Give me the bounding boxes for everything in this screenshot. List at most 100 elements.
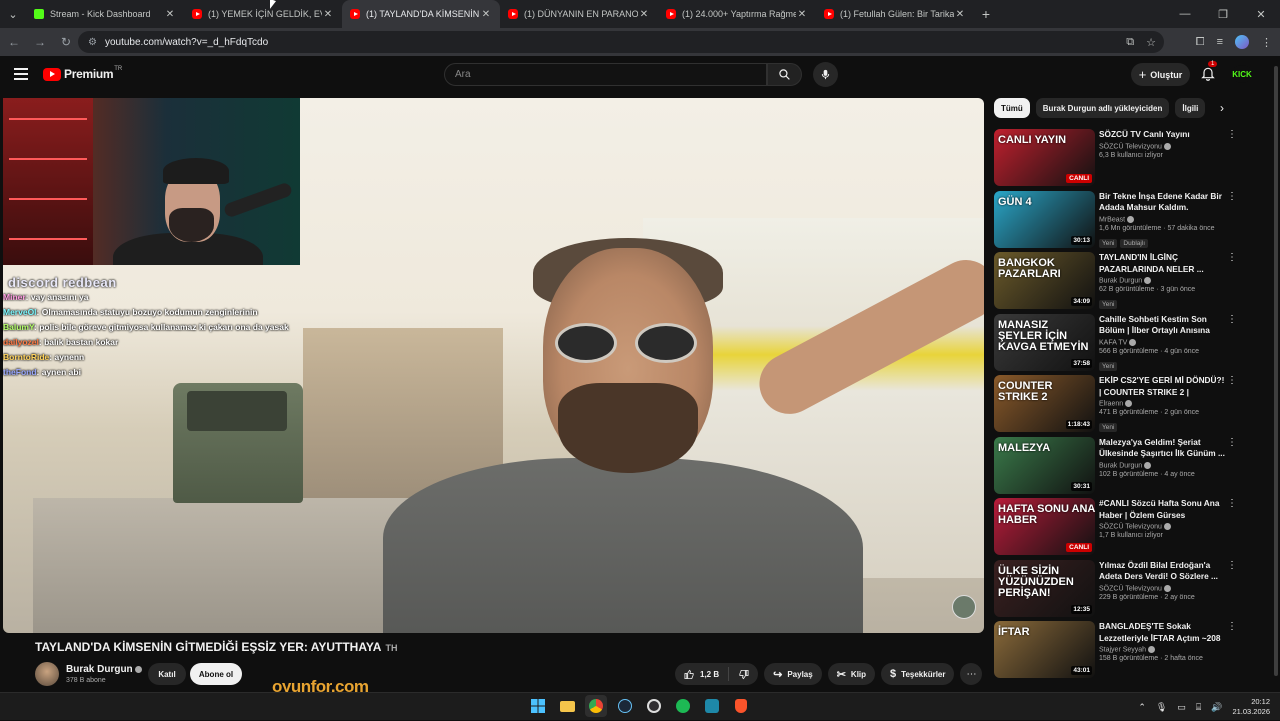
app-icon[interactable] [701, 695, 723, 717]
recommendation-item[interactable]: İFTAR 43:01 BANGLADEŞ'TE Sokak Lezzetleriy… [994, 621, 1244, 679]
more-options-icon[interactable]: ⋮ [1227, 437, 1237, 448]
recommendation-item[interactable]: HAFTA SONU ANA HABER CANLI #CANLI Sözcü Ha… [994, 498, 1244, 556]
filter-chip[interactable]: Burak Durgun adlı yükleyiciden [1035, 98, 1170, 118]
recommendation-channel[interactable]: Burak Durgun [1099, 461, 1227, 469]
video-thumbnail[interactable]: CANLI YAYIN CANLI [994, 129, 1095, 186]
thanks-button[interactable]: $ Teşekkürler [881, 663, 955, 685]
network-icon[interactable]: ⌸ [1196, 702, 1201, 713]
extensions-icon[interactable]: ⧠ [1196, 36, 1205, 49]
recommendation-item[interactable]: BANGKOK PAZARLARI 34:09 TAYLAND'IN İLGİNÇ … [994, 252, 1244, 310]
forward-icon[interactable]: → [28, 35, 52, 49]
more-options-icon[interactable]: ⋮ [1227, 498, 1237, 509]
more-options-icon[interactable]: ⋮ [1227, 129, 1237, 140]
voice-search-button[interactable] [813, 62, 838, 87]
video-thumbnail[interactable]: COUNTER STRIKE 2 1:18:43 [994, 375, 1095, 432]
bookmark-star-icon[interactable]: ☆ [1146, 36, 1156, 49]
recommendation-item[interactable]: GÜN 4 30:13 Bir Tekne İnşa Edene Kadar Bir… [994, 190, 1244, 249]
profile-avatar-icon[interactable] [1235, 35, 1249, 49]
video-thumbnail[interactable]: MALEZYA 30:31 [994, 436, 1095, 494]
recommendation-title[interactable]: SÖZCÜ TV Canlı Yayını [1099, 129, 1227, 141]
steam-icon[interactable] [614, 695, 636, 717]
search-button[interactable] [767, 63, 802, 86]
recommendation-title[interactable]: TAYLAND'IN İLGİNÇ PAZARLARINDA NELER ... [1099, 252, 1227, 275]
more-options-icon[interactable]: ⋮ [1227, 560, 1237, 571]
chrome-icon[interactable] [585, 695, 607, 717]
tab-close-icon[interactable]: ✕ [322, 9, 334, 20]
dislike-button[interactable] [729, 669, 758, 680]
video-thumbnail[interactable]: BANGKOK PAZARLARI 34:09 [994, 252, 1095, 309]
tab-close-icon[interactable]: ✕ [164, 9, 176, 20]
channel-name[interactable]: Burak Durgun [66, 664, 142, 675]
more-options-icon[interactable]: ⋮ [1227, 191, 1237, 202]
maximize-icon[interactable]: ❐ [1204, 0, 1242, 28]
recommendation-title[interactable]: Malezya'ya Geldim! Şeriat Ülkesinde Şaşı… [1099, 437, 1227, 460]
brave-icon[interactable] [730, 695, 752, 717]
chevron-up-icon[interactable]: ⌃ [1138, 702, 1146, 713]
notifications-button[interactable]: 1 [1200, 61, 1218, 83]
browser-tab[interactable]: (1) YEMEK İÇİN GELDİK, EVE AL✕ [184, 0, 342, 28]
browser-menu-icon[interactable]: ⋮ [1261, 36, 1272, 49]
hamburger-menu-icon[interactable] [14, 68, 28, 80]
clock[interactable]: 20:12 21.03.2026 [1232, 697, 1270, 717]
minimize-icon[interactable]: — [1166, 0, 1204, 28]
clip-button[interactable]: ✂ Klip [827, 663, 876, 685]
media-control-icon[interactable]: ≡ [1217, 36, 1223, 48]
tab-search-icon[interactable]: ⌄ [0, 0, 26, 28]
create-button[interactable]: + Oluştur [1131, 63, 1190, 86]
start-menu-icon[interactable] [527, 695, 549, 717]
channel-avatar[interactable] [35, 662, 59, 686]
browser-tab[interactable]: (1) Fetullah Gülen: Bir Tarikatın ✕ [816, 0, 974, 28]
recommendation-title[interactable]: EKİP CS2'YE GERİ Mİ DÖNDÜ?! | COUNTER ST… [1099, 375, 1227, 398]
back-icon[interactable]: ← [2, 35, 26, 49]
recommendation-channel[interactable]: SÖZCÜ Televizyonu [1099, 523, 1227, 530]
tab-close-icon[interactable]: ✕ [954, 9, 966, 20]
recommendation-channel[interactable]: Stajyer Seyyah [1099, 646, 1227, 653]
site-info-icon[interactable]: ⚙ [88, 37, 97, 48]
recommendation-channel[interactable]: SÖZCÜ Televizyonu [1099, 584, 1227, 592]
more-options-icon[interactable]: ⋮ [1227, 375, 1237, 386]
reload-icon[interactable]: ↻ [54, 35, 78, 49]
microphone-tray-icon[interactable]: 🎙 [1156, 702, 1167, 713]
recommendation-title[interactable]: Bir Tekne İnşa Edene Kadar Bir Adada Mah… [1099, 191, 1227, 214]
video-thumbnail[interactable]: İFTAR 43:01 [994, 621, 1095, 678]
url-field[interactable]: ⚙ youtube.com/watch?v=_d_hFdqTcdo ⧉ ☆ [78, 31, 1164, 53]
recommendation-title[interactable]: Cahille Sohbeti Kestim Son Bölüm | İlber… [1099, 314, 1227, 337]
recommendation-item[interactable]: MANASIZ ŞEYLER İÇİN KAVGA ETMEYİN 37:58 Ca… [994, 313, 1244, 372]
recommendation-channel[interactable]: Elraenn [1099, 400, 1227, 407]
browser-tab[interactable]: (1) TAYLAND'DA KİMSENİN GİTM✕ [342, 0, 500, 28]
recommendation-item[interactable]: CANLI YAYIN CANLI SÖZCÜ TV Canlı Yayını SÖZ… [994, 129, 1244, 187]
more-options-icon[interactable]: ⋮ [1227, 252, 1237, 263]
more-options-icon[interactable]: ⋮ [1227, 314, 1237, 325]
recommendation-channel[interactable]: Burak Durgun [1099, 277, 1227, 284]
recommendation-item[interactable]: COUNTER STRIKE 2 1:18:43 EKİP CS2'YE GERİ … [994, 375, 1244, 433]
recommendation-channel[interactable]: KAFA TV [1099, 338, 1227, 346]
tab-close-icon[interactable]: ✕ [796, 9, 808, 20]
filter-chip[interactable]: İlgili [1175, 98, 1206, 118]
monitor-icon[interactable]: ▭ [1177, 702, 1186, 713]
recommendation-title[interactable]: Yılmaz Özdil Bilal Erdoğan'a Adeta Ders … [1099, 560, 1227, 583]
video-thumbnail[interactable]: HAFTA SONU ANA HABER CANLI [994, 498, 1095, 555]
browser-tab[interactable]: Stream - Kick Dashboard ✕ [26, 0, 184, 28]
more-actions-icon[interactable]: ⋯ [960, 663, 983, 685]
video-thumbnail[interactable]: GÜN 4 30:13 [994, 190, 1095, 248]
page-scrollbar[interactable] [1272, 56, 1280, 692]
recommendation-channel[interactable]: SÖZCÜ Televizyonu [1099, 142, 1227, 150]
close-window-icon[interactable]: ✕ [1242, 0, 1280, 28]
more-options-icon[interactable]: ⋮ [1227, 621, 1237, 632]
recommendation-item[interactable]: ÜLKE SİZİN YÜZÜNÜZDEN PERİŞAN! 12:35 Yılma… [994, 559, 1244, 618]
youtube-premium-logo[interactable]: Premium TR [43, 66, 122, 81]
new-tab-button[interactable]: + [974, 6, 998, 22]
channel-watermark-icon[interactable] [952, 595, 976, 619]
share-button[interactable]: ↪ Paylaş [764, 663, 822, 685]
browser-tab[interactable]: (1) 24.000+ Yaptırma Rağmen ✕ [658, 0, 816, 28]
file-explorer-icon[interactable] [556, 695, 578, 717]
install-app-icon[interactable]: ⧉ [1126, 36, 1134, 49]
filter-chip[interactable]: Tümü [994, 98, 1030, 118]
recommendation-title[interactable]: #CANLI Sözcü Hafta Sonu Ana Haber | Özle… [1099, 498, 1227, 521]
obs-icon[interactable] [643, 695, 665, 717]
video-thumbnail[interactable]: ÜLKE SİZİN YÜZÜNÜZDEN PERİŞAN! 12:35 [994, 559, 1095, 617]
search-input[interactable]: Ara [444, 63, 767, 86]
like-button[interactable]: 1,2 B [675, 667, 730, 681]
chevron-right-icon[interactable]: › [1212, 98, 1232, 118]
spotify-icon[interactable] [672, 695, 694, 717]
